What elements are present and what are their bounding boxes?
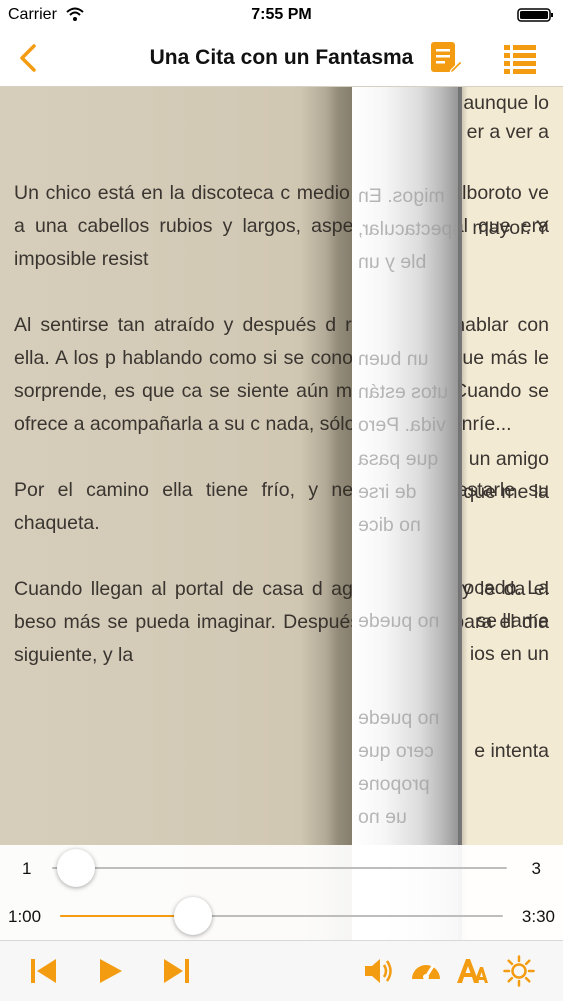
page-title: Una Cita con un Fantasma [149,46,414,69]
speed-button[interactable] [410,955,442,987]
mirrored-line: no puede [358,707,440,729]
current-page-text: Un chico está en la discoteca c medio de… [14,177,549,705]
mirrored-line: cero que [358,740,434,762]
time-slider-max-label: 3:30 [521,907,555,926]
mirrored-line: un buen [358,348,429,370]
mirrored-line: ble y un [358,251,427,273]
page-curl-text: migos. En espectacular, ble y un un buen… [352,87,462,940]
list-button[interactable] [503,42,537,76]
note-edit-button[interactable] [429,40,463,76]
mirrored-line: no dice [358,514,421,536]
page-slider-min-label: 1 [22,859,32,878]
navigation-bar: Una Cita con un Fantasma [0,30,563,87]
next-page-line: er a ver a [466,121,549,143]
page-curl-edge [458,87,468,940]
skip-back-button[interactable] [28,955,60,987]
time-slider-thumb[interactable] [173,897,212,935]
page-slider-track[interactable] [52,867,507,869]
page-slider-max-label: 3 [531,859,541,878]
mirrored-line: que pasa [358,448,439,470]
reader-controls: 1 3 1:00 3:30 [0,845,563,940]
next-page-line: e intenta [474,740,549,762]
brightness-button[interactable] [503,955,535,987]
mirrored-line: espectacular, [358,218,462,240]
bottom-toolbar [0,940,563,1001]
mirrored-line: utos están [358,381,448,403]
mirrored-line: propone [358,773,430,795]
mirrored-line: de irse [358,481,417,503]
status-bar: Carrier 7:55 PM [0,0,563,30]
time-slider-fill [60,915,193,917]
volume-button[interactable] [362,955,394,987]
font-size-button[interactable] [456,955,488,987]
paragraph: Cuando llegan al portal de casa d aguant… [14,578,549,666]
paragraph: Por el camino ella tiene frío, y negarse… [14,479,549,534]
mirrored-line: migos. En [358,185,445,207]
battery-icon [517,8,553,22]
page-shadow [300,87,352,940]
mirrored-line: vida. Pero [358,414,446,436]
mirrored-line: ue no [358,806,407,828]
skip-forward-button[interactable] [160,955,192,987]
mirrored-line: no puede [358,610,440,632]
page-slider-thumb[interactable] [57,849,95,887]
clock-label: 7:55 PM [251,6,312,23]
time-slider-min-label: 1:00 [8,907,42,926]
play-button[interactable] [94,955,126,987]
book-page-view[interactable]: aunque lo er a ver a mayor. Y un amigo q… [0,87,563,940]
time-slider-track[interactable] [60,915,503,917]
page-curl[interactable]: migos. En espectacular, ble y un un buen… [352,87,462,940]
paragraph: Al sentirse tan atraído y después d rato… [14,314,549,435]
paragraph: Un chico está en la discoteca c medio de… [14,182,549,270]
